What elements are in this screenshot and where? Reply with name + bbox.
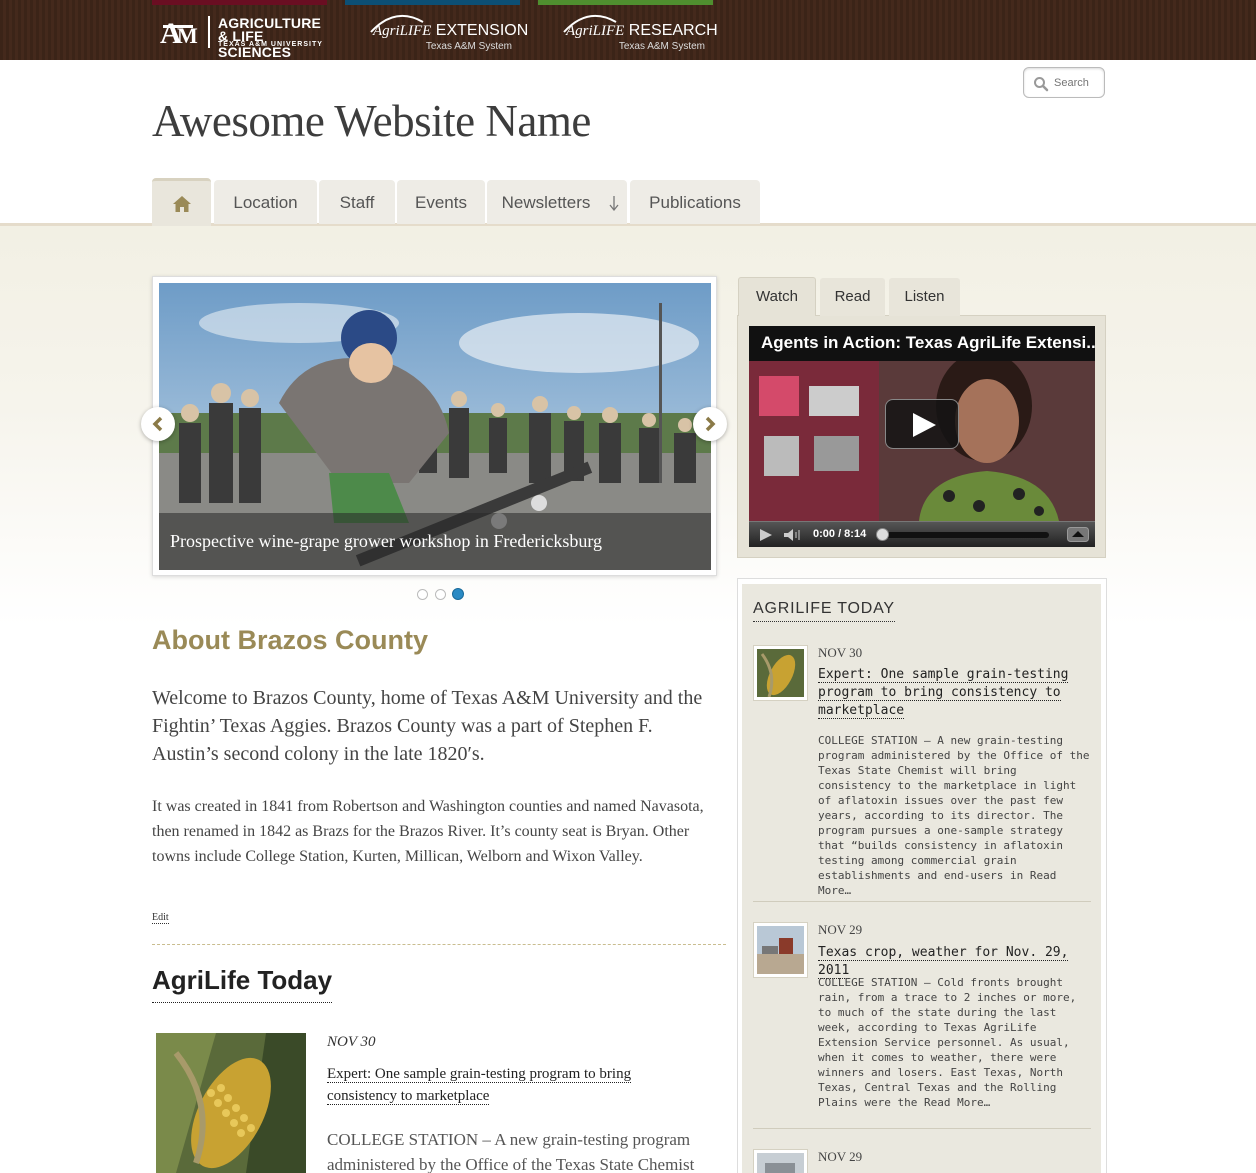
sidebar-excerpt: COLLEGE STATION – A new grain-testing pr… (818, 734, 1090, 897)
search-input[interactable] (1054, 74, 1102, 92)
tab-watch[interactable]: Watch (738, 277, 816, 316)
sidebar-separator (753, 901, 1091, 902)
video-time: 0:00 / 8:14 (813, 528, 867, 540)
section-divider (152, 944, 726, 945)
video-controls: 0:00 / 8:14 (749, 521, 1095, 547)
volume-icon[interactable] (783, 528, 803, 542)
brand-bar: A M AGRICULTURE & LIFE SCIENCES TEXAS A&… (0, 0, 1256, 60)
nav-home-tab[interactable] (152, 178, 211, 226)
sidebar-separator (753, 1128, 1091, 1129)
video-progress-knob[interactable] (876, 528, 889, 541)
chevron-left-icon (152, 416, 163, 432)
video-progress-bar[interactable] (877, 532, 1049, 538)
atm-logo-icon: A M (160, 16, 198, 50)
tab-read[interactable]: Read (820, 278, 885, 316)
brand-subtitle: TEXAS A&M UNIVERSITY (218, 41, 323, 48)
about-body: It was created in 1841 from Robertson an… (152, 798, 704, 865)
brand-stripe (538, 0, 713, 5)
slide-caption-text[interactable]: Prospective wine-grape grower workshop i… (170, 531, 602, 552)
play-button[interactable] (885, 399, 959, 449)
brand-name: AgriLIFE EXTENSION (373, 22, 529, 39)
play-icon[interactable] (759, 528, 773, 542)
search-box[interactable] (1023, 67, 1105, 98)
article-excerpt: COLLEGE STATION – A new grain-testing pr… (327, 1130, 695, 1173)
brand-name: AgriLIFE RESEARCH (566, 22, 718, 39)
slider-dot-2[interactable] (435, 589, 446, 600)
article-date: NOV 30 (327, 1034, 376, 1050)
slider-dot-3[interactable] (452, 588, 464, 600)
agrilife-extension-logo[interactable]: AgriLIFE EXTENSION Texas A&M System (345, 0, 528, 60)
tab-listen[interactable]: Listen (889, 278, 960, 316)
agriculture-life-sciences-logo[interactable]: A M AGRICULTURE & LIFE SCIENCES TEXAS A&… (152, 0, 327, 60)
sidebar-thumb[interactable] (753, 1149, 808, 1173)
sidebar-excerpt: COLLEGE STATION – Cold fronts brought ra… (818, 976, 1077, 1109)
home-icon (172, 196, 191, 212)
brand-stripe (345, 0, 520, 5)
slider-prev-button[interactable] (141, 407, 175, 441)
chevron-right-icon (705, 416, 716, 432)
agrilife-today-title[interactable]: AgriLife Today (152, 965, 333, 1003)
logo-divider (208, 16, 210, 48)
site-title[interactable]: Awesome Website Name (152, 95, 591, 147)
nav-tab-events[interactable]: Events (397, 180, 485, 224)
sidebar-thumb[interactable] (753, 922, 808, 978)
brand-subtitle: Texas A&M System (618, 41, 705, 52)
nav-tab-staff[interactable]: Staff (319, 180, 395, 224)
brand-stripe (152, 0, 327, 5)
search-icon (1034, 77, 1049, 92)
sidebar-date: NOV 29 (818, 1149, 863, 1164)
edit-link[interactable]: Edit (152, 912, 169, 924)
article-headline[interactable]: Expert: One sample grain-testing program… (327, 1063, 687, 1107)
slider-dot-1[interactable] (417, 589, 428, 600)
nav-tab-publications[interactable]: Publications (630, 180, 760, 224)
arrow-down-icon (609, 196, 619, 211)
sidebar-date: NOV 30 (818, 645, 863, 660)
sidebar-thumb[interactable] (753, 645, 808, 701)
fullscreen-icon[interactable] (1067, 527, 1089, 542)
slider-next-button[interactable] (693, 407, 727, 441)
video-title[interactable]: Agents in Action: Texas AgriLife Extensi… (761, 333, 1095, 353)
brand-subtitle: Texas A&M System (425, 41, 512, 52)
nav-tab-newsletters-label: Newsletters (501, 193, 591, 212)
sidebar-headline[interactable]: Expert: One sample grain-testing program… (818, 666, 1078, 720)
about-lead: Welcome to Brazos County, home of Texas … (152, 687, 703, 765)
slideshow: Prospective wine-grape grower workshop i… (152, 276, 717, 576)
video-player[interactable]: Agents in Action: Texas AgriLife Extensi… (749, 326, 1095, 547)
corn-photo[interactable] (156, 1033, 306, 1173)
agrilife-research-logo[interactable]: AgriLIFE RESEARCH Texas A&M System (538, 0, 718, 60)
about-title: About Brazos County (152, 625, 428, 655)
play-icon (913, 413, 936, 437)
nav-tab-location[interactable]: Location (214, 180, 317, 224)
nav-tab-newsletters[interactable]: Newsletters (487, 180, 627, 224)
slide-caption: Prospective wine-grape grower workshop i… (159, 513, 711, 570)
sidebar-date: NOV 29 (818, 922, 863, 937)
sidebar-title[interactable]: AGRILIFE TODAY (753, 600, 895, 622)
